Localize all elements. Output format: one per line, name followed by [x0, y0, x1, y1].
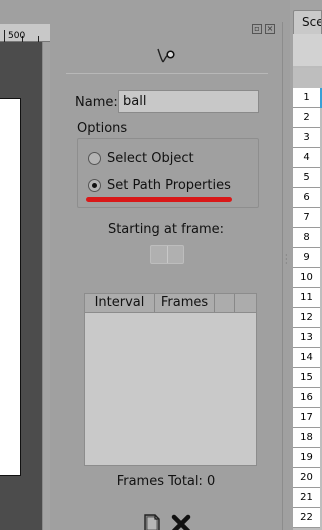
frames-total-label: Frames Total: 0 [116, 474, 216, 489]
set-path-properties-option[interactable]: Set Path Properties [88, 178, 231, 193]
delete-x-icon[interactable] [171, 512, 191, 530]
set-path-properties-radio[interactable] [88, 179, 101, 192]
ruler-tick [4, 30, 5, 42]
frame-row[interactable]: 20 [293, 468, 320, 488]
select-object-radio[interactable] [88, 152, 101, 165]
frame-row[interactable]: 3 [293, 128, 320, 148]
red-underline-annotation [86, 197, 232, 202]
panel-splitter[interactable]: · · · [282, 22, 290, 530]
frame-row[interactable]: 16 [293, 388, 320, 408]
frame-row[interactable]: 2 [293, 108, 320, 128]
xsheet-header [293, 34, 322, 86]
viewer-divider [42, 42, 50, 530]
frame-row[interactable]: 12 [293, 308, 320, 328]
motion-path-icon [157, 48, 175, 63]
name-label: Name: [75, 95, 118, 110]
frame-row[interactable]: 8 [293, 228, 320, 248]
table-header: Interval Frames [85, 294, 256, 313]
tab-scene[interactable]: Sce [293, 10, 322, 34]
column-header-extra[interactable] [215, 294, 235, 312]
options-label: Options [77, 121, 128, 136]
frame-row[interactable]: 21 [293, 488, 320, 508]
frame-row[interactable]: 5 [293, 168, 320, 188]
stepper-decrement[interactable] [151, 246, 168, 263]
frame-row[interactable]: 1 [293, 88, 320, 108]
interval-table[interactable]: Interval Frames [84, 293, 257, 466]
camera-paper [0, 98, 21, 476]
select-object-label[interactable]: Select Object [107, 151, 194, 166]
frame-row[interactable]: 18 [293, 428, 320, 448]
horizontal-ruler: 500 [0, 24, 50, 42]
panel-separator [66, 73, 268, 74]
frame-row[interactable]: 7 [293, 208, 320, 228]
frame-row[interactable]: 14 [293, 348, 320, 368]
frame-row[interactable]: 10 [293, 268, 320, 288]
frame-row[interactable]: 6 [293, 188, 320, 208]
splitter-grip-icon: · · · [285, 251, 288, 268]
name-field[interactable] [118, 90, 259, 113]
float-panel-icon[interactable]: ▫ [252, 24, 262, 34]
starting-frame-stepper[interactable] [150, 245, 184, 264]
starting-frame-label: Starting at frame: [107, 222, 225, 237]
frame-row[interactable]: 22 [293, 508, 320, 528]
new-document-icon[interactable] [142, 512, 162, 530]
motion-path-panel: ▫ × Name: Options Select Object Set Path… [50, 22, 282, 530]
select-object-option[interactable]: Select Object [88, 151, 194, 166]
ruler-label: 500 [8, 31, 26, 41]
frame-row[interactable]: 13 [293, 328, 320, 348]
column-header-frames[interactable]: Frames [155, 294, 215, 312]
frame-row[interactable]: 19 [293, 448, 320, 468]
xsheet-panel: Sce 1 2 3 4 5 6 7 8 9 10 11 12 13 14 15 16 17 18 19 20 21 22 [290, 0, 322, 530]
frame-row[interactable]: 4 [293, 148, 320, 168]
set-path-properties-label[interactable]: Set Path Properties [107, 178, 231, 193]
stepper-increment[interactable] [168, 246, 184, 263]
frame-row[interactable]: 9 [293, 248, 320, 268]
column-header-interval[interactable]: Interval [85, 294, 155, 312]
frame-row[interactable]: 11 [293, 288, 320, 308]
frame-number-column: 1 2 3 4 5 6 7 8 9 10 11 12 13 14 15 16 17 18 19 20 21 22 [293, 88, 320, 528]
frame-row[interactable]: 15 [293, 368, 320, 388]
column-header-filler [235, 294, 256, 312]
close-panel-icon[interactable]: × [265, 24, 275, 34]
frame-row[interactable]: 17 [293, 408, 320, 428]
